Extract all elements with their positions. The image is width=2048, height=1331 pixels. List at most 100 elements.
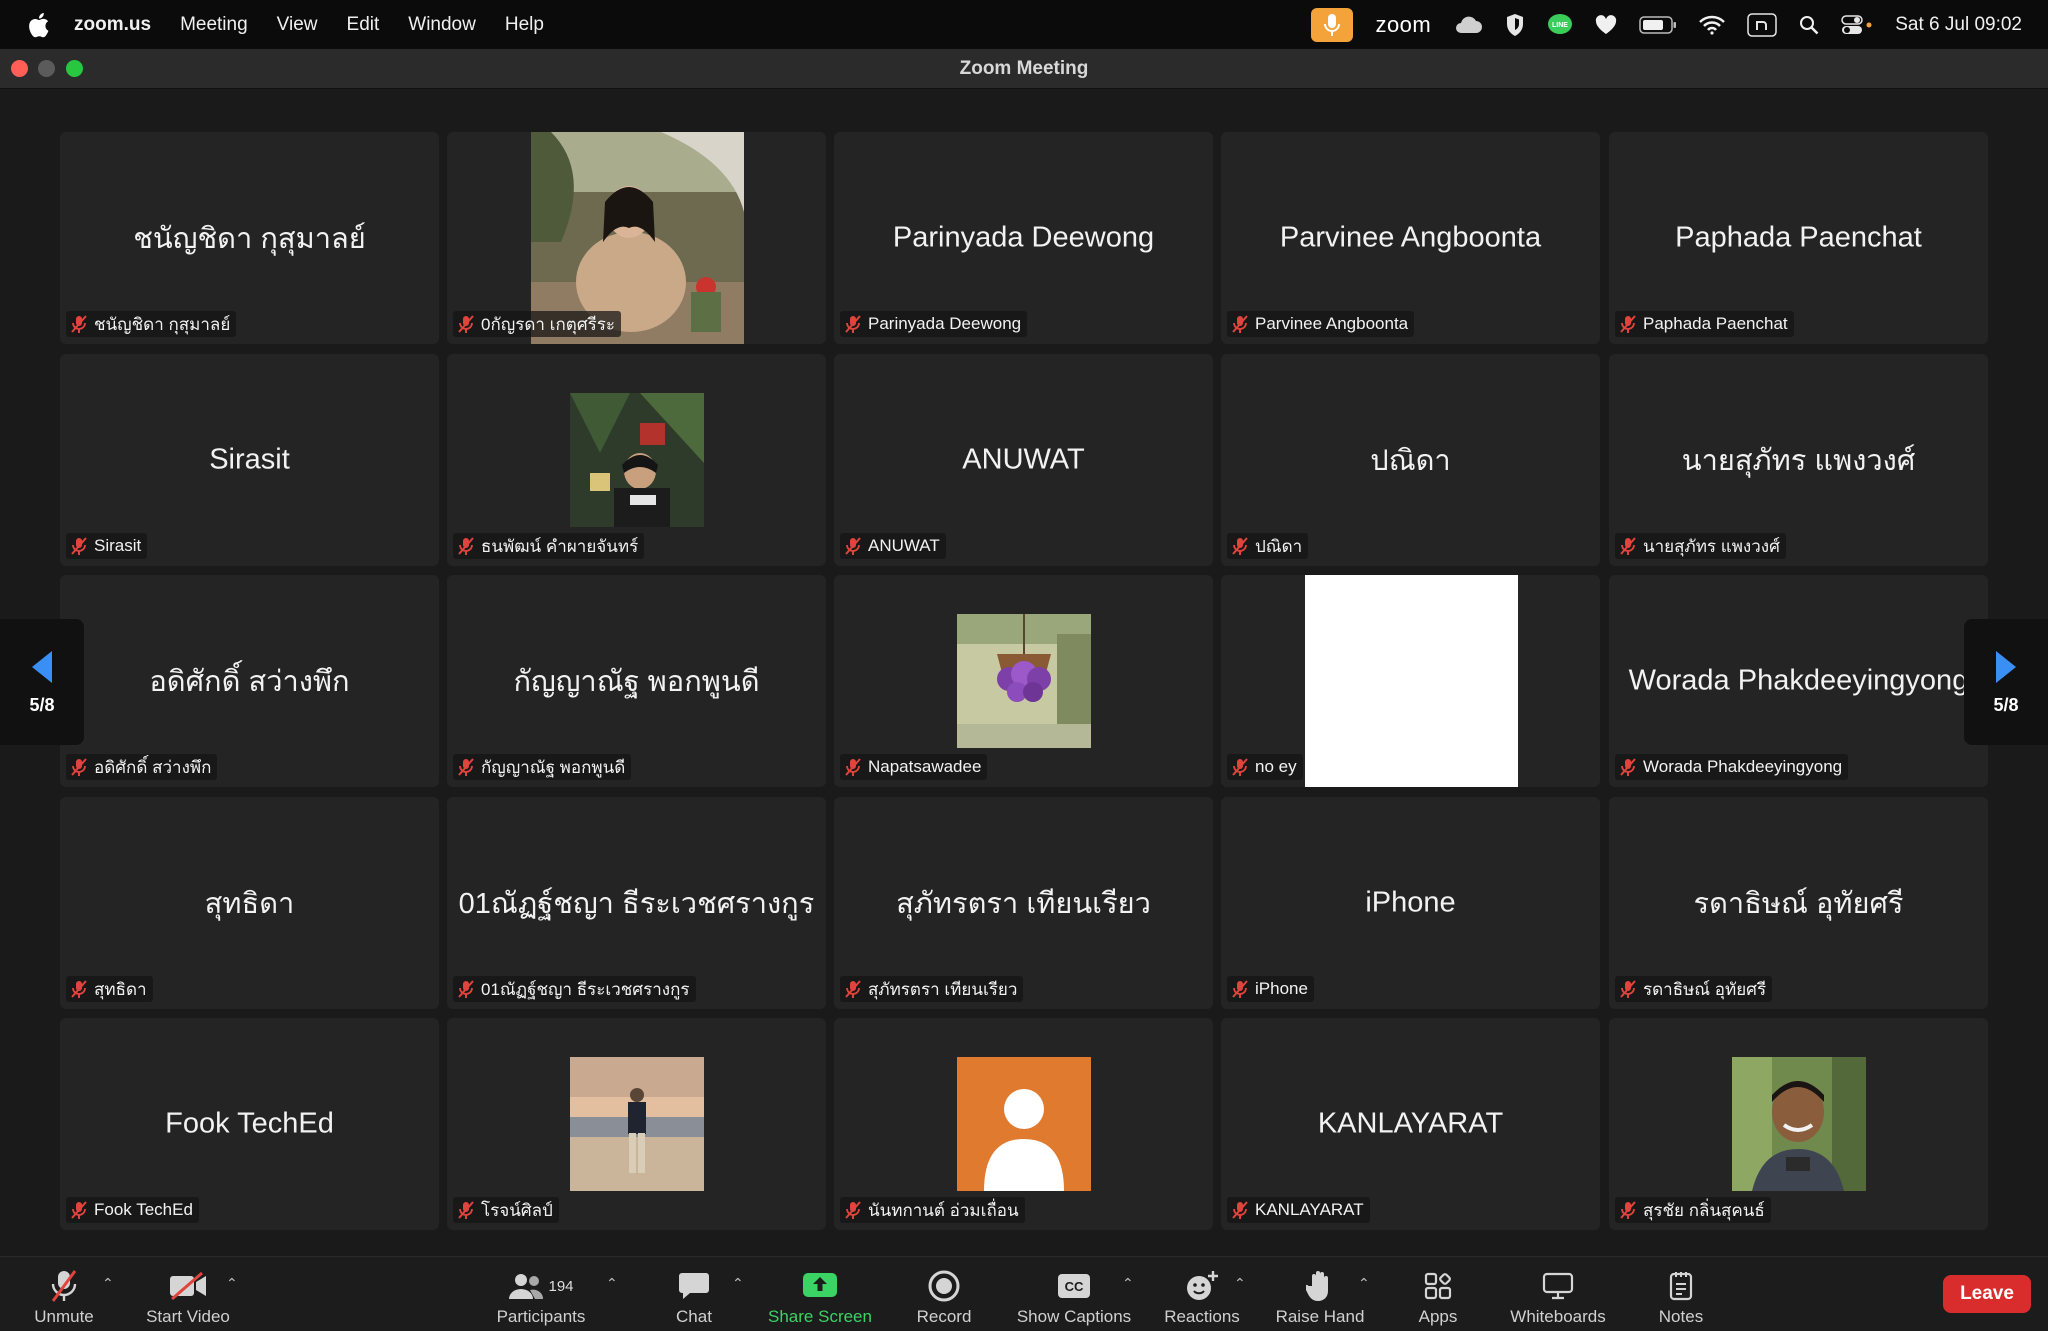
notes-button[interactable]: Notes: [1648, 1263, 1714, 1327]
video-options-caret-icon[interactable]: ⌃: [226, 1275, 238, 1292]
menu-view[interactable]: View: [277, 14, 318, 36]
participant-display-name: Worada Phakdeeyingyong: [1628, 664, 1969, 697]
menu-app-zoom[interactable]: zoom.us: [74, 14, 151, 36]
apps-button[interactable]: Apps: [1404, 1263, 1472, 1327]
menu-bar: zoom.us Meeting View Edit Window Help zo…: [0, 0, 2048, 49]
participant-name-label: อดิศักดิ์ สว่างพึก: [66, 754, 218, 780]
shield-icon[interactable]: [1505, 13, 1525, 37]
search-icon[interactable]: [1799, 15, 1819, 35]
raised-hand-icon: [1306, 1269, 1334, 1303]
audio-options-caret-icon[interactable]: ⌃: [102, 1275, 114, 1292]
menu-bar-clock[interactable]: Sat 6 Jul 09:02: [1895, 14, 2022, 36]
participant-name-label: ANUWAT: [840, 533, 946, 559]
reactions-options-caret-icon[interactable]: ⌃: [1234, 1275, 1246, 1292]
start-video-button[interactable]: Start Video: [138, 1263, 238, 1327]
menu-edit[interactable]: Edit: [347, 14, 380, 36]
participant-tile[interactable]: 0กัญรดา เกตุศรีระ: [447, 132, 826, 344]
muted-mic-icon: [458, 980, 474, 998]
participant-tile[interactable]: อดิศักดิ์ สว่างพึก อดิศักดิ์ สว่างพึก: [60, 575, 439, 787]
participant-name: ปณิดา: [1255, 536, 1303, 556]
line-app-icon[interactable]: LINE: [1547, 13, 1573, 37]
muted-mic-icon: [1232, 1201, 1248, 1219]
show-captions-button[interactable]: CC Show Captions: [1012, 1263, 1136, 1327]
whiteboards-button[interactable]: Whiteboards: [1500, 1263, 1616, 1327]
participant-tile[interactable]: นายสุภัทร แพงวงศ์ นายสุภัทร แพงวงศ์: [1609, 354, 1988, 566]
participant-tile[interactable]: 01ณัฏฐ์ชญา ธีระเวชศรางกูร 01ณัฏฐ์ชญา ธีร…: [447, 797, 826, 1009]
muted-mic-icon: [1232, 537, 1248, 555]
microphone-in-use-icon[interactable]: [1311, 7, 1354, 42]
muted-mic-icon: [1232, 980, 1248, 998]
record-button[interactable]: Record: [906, 1263, 982, 1327]
muted-mic-icon: [71, 537, 87, 555]
participant-tile[interactable]: ปณิดา ปณิดา: [1221, 354, 1600, 566]
menu-window[interactable]: Window: [408, 14, 476, 36]
participant-tile[interactable]: Sirasit Sirasit: [60, 354, 439, 566]
participant-tile[interactable]: ANUWAT ANUWAT: [834, 354, 1213, 566]
participant-name: สุทธิดา: [94, 979, 147, 999]
battery-icon[interactable]: [1639, 15, 1677, 34]
svg-text:LINE: LINE: [1552, 22, 1568, 29]
chat-button[interactable]: Chat: [660, 1263, 728, 1327]
muted-mic-icon: [1620, 1201, 1636, 1219]
participant-name-label: Paphada Paenchat: [1615, 311, 1794, 337]
participants-button[interactable]: 194 Participants: [486, 1263, 596, 1327]
chat-bubble-icon: [678, 1269, 710, 1303]
participant-tile[interactable]: Parvinee Angboonta Parvinee Angboonta: [1221, 132, 1600, 344]
captions-options-caret-icon[interactable]: ⌃: [1122, 1275, 1134, 1292]
participant-name-label: ชนัญชิดา กุสุมาลย์: [66, 311, 237, 337]
window-title-bar: Zoom Meeting: [0, 49, 2048, 89]
apple-icon[interactable]: [26, 12, 52, 38]
participant-name-label: กัญญาณัฐ พอกพูนดี: [453, 754, 632, 780]
participant-name-label: iPhone: [1227, 976, 1314, 1002]
participant-display-name: อดิศักดิ์ สว่างพึก: [149, 666, 350, 698]
menu-help[interactable]: Help: [505, 14, 544, 36]
menu-meeting[interactable]: Meeting: [180, 14, 248, 36]
chat-options-caret-icon[interactable]: ⌃: [732, 1275, 744, 1292]
participant-display-name: Paphada Paenchat: [1675, 221, 1922, 254]
participant-tile[interactable]: กัญญาณัฐ พอกพูนดี กัญญาณัฐ พอกพูนดี: [447, 575, 826, 787]
participant-tile[interactable]: Worada Phakdeeyingyong Worada Phakdeeyin…: [1609, 575, 1988, 787]
participant-tile[interactable]: Napatsawadee: [834, 575, 1213, 787]
control-center-icon[interactable]: [1841, 14, 1873, 36]
participant-tile[interactable]: iPhone iPhone: [1221, 797, 1600, 1009]
participant-name: KANLAYARAT: [1255, 1200, 1364, 1219]
raise-hand-options-caret-icon[interactable]: ⌃: [1358, 1275, 1370, 1292]
window-title: Zoom Meeting: [959, 58, 1089, 79]
next-page-button[interactable]: 5/8: [1964, 619, 2048, 745]
participant-name-label: KANLAYARAT: [1227, 1197, 1370, 1223]
muted-microphone-icon: [49, 1269, 79, 1303]
participant-tile[interactable]: สุทธิดา สุทธิดา: [60, 797, 439, 1009]
zoom-tray-label[interactable]: zoom: [1375, 12, 1431, 38]
participant-tile[interactable]: Paphada Paenchat Paphada Paenchat: [1609, 132, 1988, 344]
participant-tile[interactable]: ชนัญชิดา กุสุมาลย์ ชนัญชิดา กุสุมาลย์: [60, 132, 439, 344]
reactions-button[interactable]: Reactions: [1160, 1263, 1244, 1327]
leave-button[interactable]: Leave: [1943, 1275, 2031, 1313]
participant-tile[interactable]: นันทกานต์ อ่วมเถื่อน: [834, 1018, 1213, 1230]
participant-tile[interactable]: สุภัทรตรา เทียนเรียว สุภัทรตรา เทียนเรีย…: [834, 797, 1213, 1009]
participant-tile[interactable]: โรจน์ศิลป์: [447, 1018, 826, 1230]
share-screen-button[interactable]: Share Screen: [762, 1263, 878, 1327]
participants-options-caret-icon[interactable]: ⌃: [606, 1275, 618, 1292]
input-source-icon[interactable]: [1747, 12, 1777, 37]
participants-count: 194: [548, 1277, 574, 1295]
participant-display-name: นายสุภัทร แพงวงศ์: [1681, 445, 1916, 477]
participant-tile[interactable]: ธนพัฒน์ คำผายจันทร์: [447, 354, 826, 566]
muted-mic-icon: [1620, 980, 1636, 998]
arrow-right-icon: [1996, 650, 2016, 683]
participant-tile[interactable]: สุรชัย กลิ่นสุคนธ์: [1609, 1018, 1988, 1230]
unmute-button[interactable]: Unmute: [24, 1263, 104, 1327]
heart-icon[interactable]: [1595, 14, 1617, 35]
participant-tile[interactable]: Parinyada Deewong Parinyada Deewong: [834, 132, 1213, 344]
participant-tile[interactable]: รดาธิษณ์ อุทัยศรี รดาธิษณ์ อุทัยศรี: [1609, 797, 1988, 1009]
wifi-icon[interactable]: [1699, 15, 1726, 35]
participant-tile[interactable]: KANLAYARAT KANLAYARAT: [1221, 1018, 1600, 1230]
muted-mic-icon: [458, 1201, 474, 1219]
previous-page-button[interactable]: 5/8: [0, 619, 84, 745]
gallery-view: ชนัญชิดา กุสุมาลย์ ชนัญชิดา กุสุมาลย์ 0ก…: [0, 89, 2048, 1256]
cloud-icon[interactable]: [1453, 15, 1483, 35]
muted-mic-icon: [71, 315, 87, 333]
participant-tile[interactable]: Fook TechEd Fook TechEd: [60, 1018, 439, 1230]
participant-tile[interactable]: no ey: [1221, 575, 1600, 787]
participant-name-label: Fook TechEd: [66, 1197, 199, 1223]
raise-hand-button[interactable]: Raise Hand: [1272, 1263, 1368, 1327]
